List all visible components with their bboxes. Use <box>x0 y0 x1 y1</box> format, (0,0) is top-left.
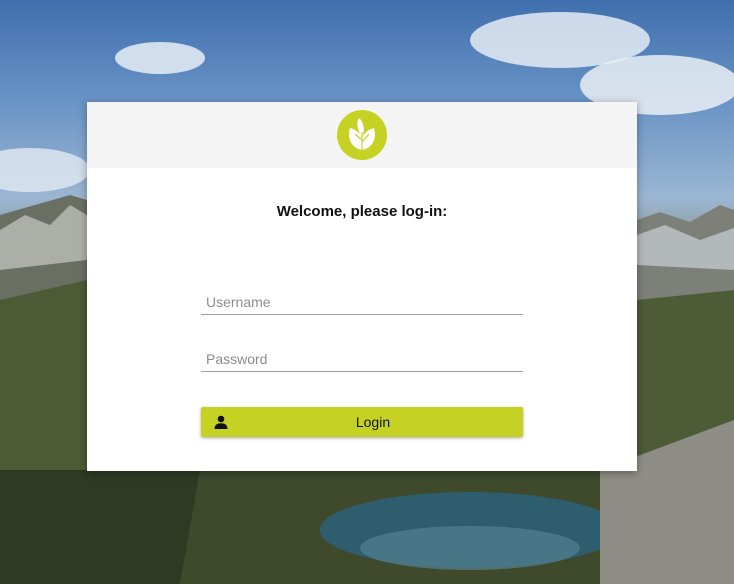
card-header <box>87 102 637 168</box>
username-field[interactable] <box>201 292 523 315</box>
password-input[interactable] <box>201 349 522 369</box>
password-field[interactable] <box>201 349 523 372</box>
leaf-logo-icon <box>337 110 387 160</box>
login-button-label: Login <box>355 414 391 430</box>
login-button[interactable]: Login <box>201 407 523 437</box>
page-title: Welcome, please log-in: <box>276 203 448 220</box>
login-card: Welcome, please log-in: Login <box>87 102 637 471</box>
username-input[interactable] <box>201 292 522 312</box>
